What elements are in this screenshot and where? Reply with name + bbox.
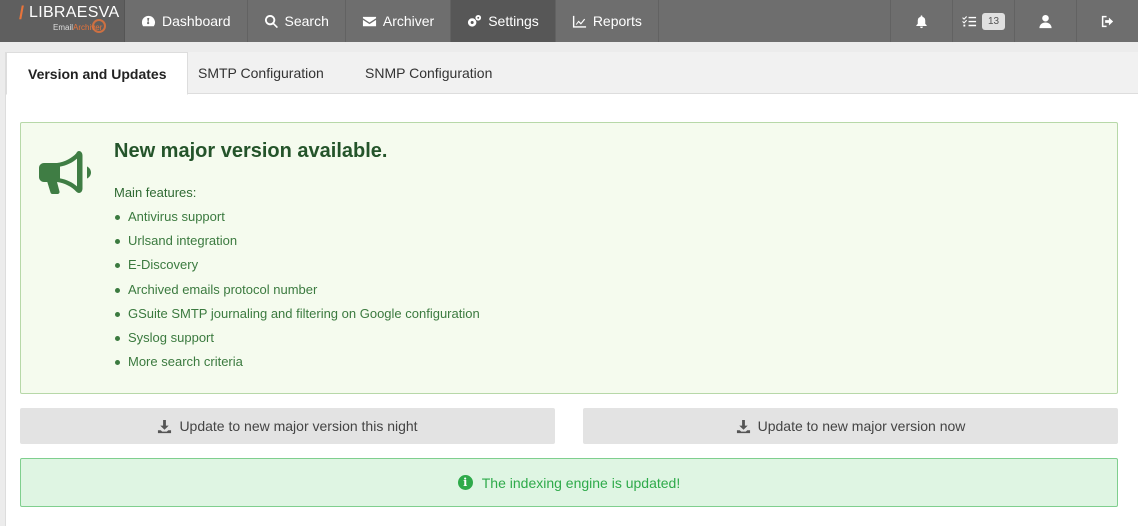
user-button[interactable] (1014, 0, 1076, 42)
list-item: Archived emails protocol number (114, 282, 480, 306)
list-item: GSuite SMTP journaling and filtering on … (114, 306, 480, 330)
update-this-night-label: Update to new major version this night (179, 418, 418, 434)
nav-search-label: Search (284, 13, 329, 29)
gears-icon (468, 14, 482, 27)
brand-name: LIBRAESVA (29, 4, 120, 21)
chart-icon (572, 15, 586, 28)
notifications-button[interactable] (890, 0, 952, 42)
logout-button[interactable] (1076, 0, 1138, 42)
logout-icon (1101, 15, 1114, 27)
nav-reports-label: Reports (592, 13, 642, 29)
user-icon (1039, 14, 1052, 28)
nav-dashboard-label: Dashboard (162, 13, 231, 29)
envelope-icon (362, 16, 376, 26)
tab-smtp-configuration[interactable]: SMTP Configuration (177, 52, 345, 94)
list-item: E-Discovery (114, 257, 480, 281)
bell-icon (916, 14, 927, 28)
info-icon: i (457, 475, 473, 490)
list-item: Syslog support (114, 330, 480, 354)
tasks-button[interactable]: 13 (952, 0, 1014, 42)
nav-search[interactable]: Search (248, 0, 346, 42)
list-item: More search criteria (114, 354, 480, 378)
list-item: Antivirus support (114, 209, 480, 233)
update-this-night-button[interactable]: Update to new major version this night (20, 408, 555, 444)
brand-sub-prefix: Email (53, 23, 74, 32)
features-list: Antivirus support Urlsand integration E-… (114, 209, 480, 378)
nav-dashboard[interactable]: Dashboard (125, 0, 248, 42)
task-list-icon (962, 15, 976, 26)
settings-tabs: Version and Updates SMTP Configuration S… (6, 52, 1138, 95)
new-version-alert: New major version available. Main featur… (20, 122, 1118, 394)
tasks-count-badge: 13 (981, 12, 1006, 30)
indexing-status-message: The indexing engine is updated! (481, 474, 681, 491)
nav-settings[interactable]: Settings (451, 0, 556, 42)
search-icon (264, 14, 278, 28)
logo-gear-icon (92, 19, 106, 33)
alert-title: New major version available. (114, 140, 388, 162)
settings-panel: Version and Updates SMTP Configuration S… (5, 52, 1138, 526)
list-item: Urlsand integration (114, 233, 480, 257)
update-now-label: Update to new major version now (757, 418, 966, 434)
update-now-button[interactable]: Update to new major version now (583, 408, 1118, 444)
brand-logo[interactable]: / LIBRAESVA EmailArchiver (0, 0, 125, 42)
nav-reports[interactable]: Reports (556, 0, 659, 42)
download-icon (736, 419, 750, 433)
download-icon (158, 419, 172, 433)
nav-settings-label: Settings (488, 13, 539, 29)
tab-snmp-configuration[interactable]: SNMP Configuration (344, 52, 513, 94)
megaphone-icon (39, 151, 91, 194)
dashboard-icon (141, 15, 155, 26)
indexing-status-alert: i The indexing engine is updated! (20, 458, 1118, 507)
nav-archiver[interactable]: Archiver (346, 0, 452, 42)
tab-version-and-updates[interactable]: Version and Updates (6, 52, 189, 95)
nav-archiver-label: Archiver (382, 13, 435, 29)
logo-slash: / (19, 3, 25, 23)
top-navbar: / LIBRAESVA EmailArchiver Dashboard Sear… (0, 0, 1138, 42)
nav-right-group: 13 (890, 0, 1138, 42)
features-label: Main features: (114, 185, 197, 200)
